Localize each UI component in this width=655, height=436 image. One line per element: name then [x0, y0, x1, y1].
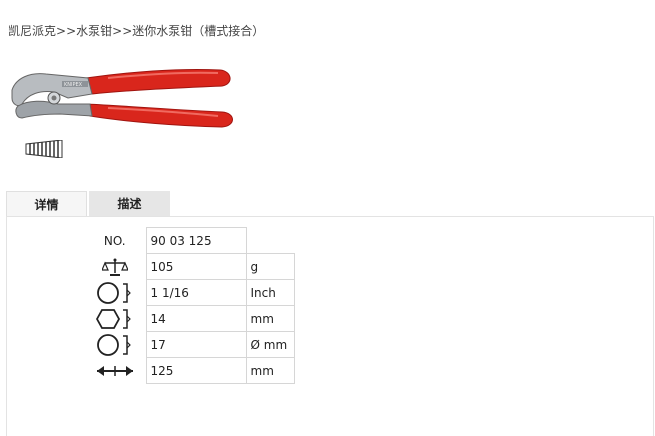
table-row: 1 1/16 Inch — [84, 279, 295, 306]
table-row: 17 Ø mm — [84, 331, 295, 358]
hex-nut-capacity-icon — [95, 308, 131, 329]
breadcrumb-separator: >> — [56, 24, 77, 38]
length-value: 125 — [145, 357, 247, 384]
diameter-capacity-unit: Ø mm — [245, 331, 295, 358]
spec-unit-empty — [246, 228, 294, 254]
product-image: KNIPEX — [11, 68, 233, 128]
diameter-capacity-value: 17 — [145, 331, 247, 358]
weight-scale-icon — [101, 258, 128, 276]
table-row: 14 mm — [84, 305, 295, 332]
round-pipe-capacity-icon — [96, 281, 131, 304]
round-diameter-capacity-icon — [96, 333, 131, 356]
table-row: 105 g — [84, 253, 295, 280]
breadcrumb: 凯尼派克>>水泵钳>>迷你水泵钳（槽式接合） — [8, 22, 264, 39]
tab-details[interactable]: 详情 — [6, 191, 87, 216]
wedge-grip-icon — [25, 140, 63, 158]
pipe-capacity-value: 1 1/16 — [145, 279, 247, 306]
table-row: NO. 90 03 125 — [84, 227, 294, 254]
weight-unit: g — [245, 253, 295, 280]
breadcrumb-separator: >> — [112, 24, 133, 38]
hex-capacity-unit: mm — [245, 305, 295, 332]
article-number-label: NO. — [103, 233, 126, 248]
pipe-capacity-unit: Inch — [245, 279, 295, 306]
brand-stamp: KNIPEX — [64, 82, 83, 88]
weight-value: 105 — [145, 253, 247, 280]
tab-bar: 详情 描述 — [6, 191, 170, 216]
hex-capacity-value: 14 — [145, 305, 247, 332]
article-number-value: 90 03 125 — [145, 227, 247, 254]
details-panel: NO. 90 03 125 105 g 1 1/16 Inch 14 mm 17… — [6, 216, 654, 436]
breadcrumb-item-brand[interactable]: 凯尼派克 — [8, 24, 56, 38]
breadcrumb-item-category[interactable]: 水泵钳 — [76, 24, 112, 38]
table-row: 125 mm — [84, 357, 295, 384]
spec-label: NO. — [84, 228, 146, 254]
length-arrow-icon — [96, 365, 133, 376]
length-unit: mm — [245, 357, 295, 384]
breadcrumb-item-current: 迷你水泵钳（槽式接合） — [132, 24, 265, 38]
spec-table: NO. 90 03 125 105 g 1 1/16 Inch 14 mm 17… — [84, 227, 295, 384]
tab-description[interactable]: 描述 — [89, 191, 170, 216]
